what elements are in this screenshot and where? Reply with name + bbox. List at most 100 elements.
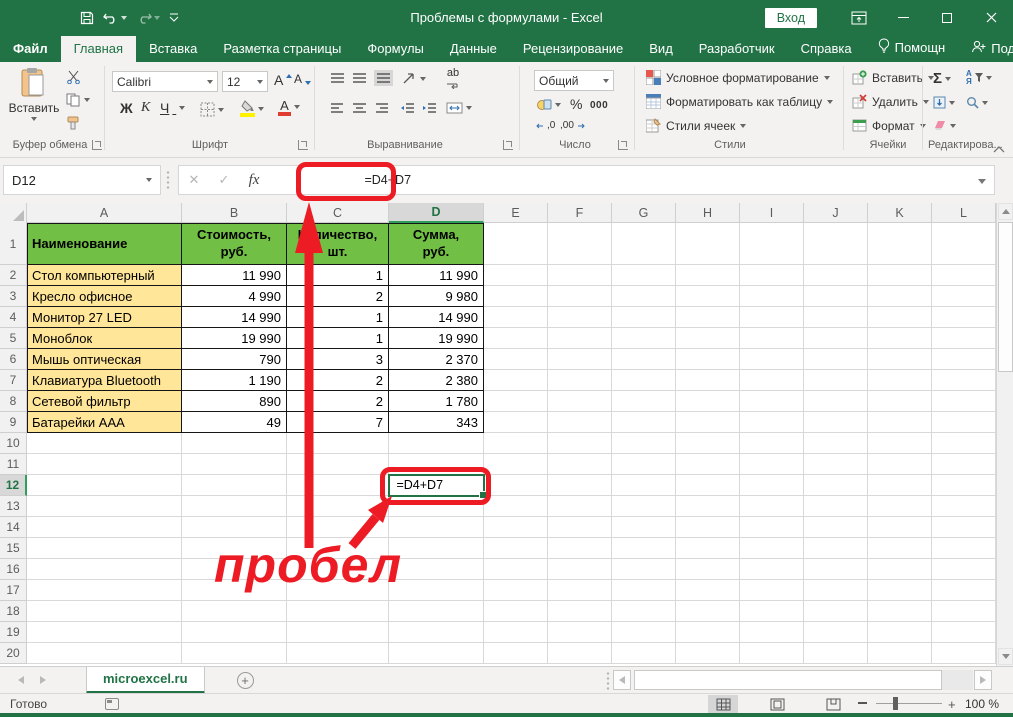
cell-F20[interactable]	[548, 643, 612, 664]
cell-E19[interactable]	[484, 622, 548, 643]
tab-Разработчик[interactable]: Разработчик	[686, 36, 788, 62]
cell-G2[interactable]	[612, 265, 676, 286]
cell-H5[interactable]	[676, 328, 740, 349]
cell-K12[interactable]	[868, 475, 932, 496]
cell-E12[interactable]	[484, 475, 548, 496]
cell-F17[interactable]	[548, 580, 612, 601]
cell-D14[interactable]	[389, 517, 484, 538]
cell-E13[interactable]	[484, 496, 548, 517]
align-center-icon[interactable]	[352, 102, 367, 114]
align-right-icon[interactable]	[374, 102, 389, 114]
cell-H11[interactable]	[676, 454, 740, 475]
cell-I11[interactable]	[740, 454, 804, 475]
row-header-5[interactable]: 5	[0, 328, 27, 349]
cell-F3[interactable]	[548, 286, 612, 307]
cell-L2[interactable]	[932, 265, 996, 286]
cell-G20[interactable]	[612, 643, 676, 664]
cell-C11[interactable]	[287, 454, 389, 475]
cell-C10[interactable]	[287, 433, 389, 454]
column-header-D[interactable]: D	[389, 203, 484, 223]
increase-decimal-icon[interactable]: ,0	[536, 120, 555, 131]
cell-A10[interactable]	[27, 433, 182, 454]
tab-scroll-splitter[interactable]	[606, 671, 610, 690]
tab-Справка[interactable]: Справка	[788, 36, 865, 62]
clear-icon[interactable]	[933, 120, 956, 131]
cell-C13[interactable]	[287, 496, 389, 517]
cell-K10[interactable]	[868, 433, 932, 454]
cell-F16[interactable]	[548, 559, 612, 580]
cell-F6[interactable]	[548, 349, 612, 370]
cell-C2[interactable]: 1	[287, 265, 389, 286]
wrap-text-icon[interactable]: ab	[446, 68, 460, 89]
bold-button[interactable]: Ж	[120, 100, 133, 116]
cell-G18[interactable]	[612, 601, 676, 622]
cell-H18[interactable]	[676, 601, 740, 622]
cell-C15[interactable]	[287, 538, 389, 559]
save-icon[interactable]	[80, 11, 94, 25]
cell-E11[interactable]	[484, 454, 548, 475]
cell-B20[interactable]	[182, 643, 287, 664]
cell-L9[interactable]	[932, 412, 996, 433]
find-select-icon[interactable]	[966, 96, 988, 109]
cell-H20[interactable]	[676, 643, 740, 664]
insert-function-icon[interactable]: fx	[239, 172, 269, 189]
cell-I12[interactable]	[740, 475, 804, 496]
cell-I19[interactable]	[740, 622, 804, 643]
cell-G11[interactable]	[612, 454, 676, 475]
cell-D3[interactable]: 9 980	[389, 286, 484, 307]
cell-C3[interactable]: 2	[287, 286, 389, 307]
align-middle-icon[interactable]	[352, 72, 367, 84]
minimize-button[interactable]	[881, 0, 925, 35]
cell-I5[interactable]	[740, 328, 804, 349]
decrease-indent-icon[interactable]	[400, 102, 415, 114]
paste-button[interactable]: Вставить	[8, 67, 60, 145]
cell-K1[interactable]	[868, 223, 932, 265]
cell-D4[interactable]: 14 990	[389, 307, 484, 328]
cell-H3[interactable]	[676, 286, 740, 307]
cell-H6[interactable]	[676, 349, 740, 370]
cell-F11[interactable]	[548, 454, 612, 475]
cell-G9[interactable]	[612, 412, 676, 433]
row-header-19[interactable]: 19	[0, 622, 27, 643]
cell-E17[interactable]	[484, 580, 548, 601]
cell-C20[interactable]	[287, 643, 389, 664]
cell-L7[interactable]	[932, 370, 996, 391]
row-header-17[interactable]: 17	[0, 580, 27, 601]
cell-J16[interactable]	[804, 559, 868, 580]
delete-cells-button[interactable]: Удалить	[852, 94, 929, 109]
cell-K19[interactable]	[868, 622, 932, 643]
cell-I3[interactable]	[740, 286, 804, 307]
cell-I14[interactable]	[740, 517, 804, 538]
fill-color-icon[interactable]	[240, 100, 264, 117]
cell-L6[interactable]	[932, 349, 996, 370]
cell-D13[interactable]	[389, 496, 484, 517]
cell-K17[interactable]	[868, 580, 932, 601]
cell-K18[interactable]	[868, 601, 932, 622]
cell-A16[interactable]	[27, 559, 182, 580]
cell-F10[interactable]	[548, 433, 612, 454]
tab-Файл[interactable]: Файл	[0, 36, 61, 62]
cell-F14[interactable]	[548, 517, 612, 538]
cell-G7[interactable]	[612, 370, 676, 391]
select-all-corner[interactable]	[0, 203, 27, 223]
clipboard-dialog-launcher-icon[interactable]	[92, 140, 102, 150]
cell-I9[interactable]	[740, 412, 804, 433]
cell-E8[interactable]	[484, 391, 548, 412]
cell-K9[interactable]	[868, 412, 932, 433]
horizontal-scroll-track[interactable]	[942, 670, 973, 690]
cell-F2[interactable]	[548, 265, 612, 286]
row-header-14[interactable]: 14	[0, 517, 27, 538]
decrease-font-icon[interactable]: A	[294, 72, 311, 86]
cell-F5[interactable]	[548, 328, 612, 349]
cell-L19[interactable]	[932, 622, 996, 643]
column-header-C[interactable]: C	[287, 203, 389, 223]
cell-E6[interactable]	[484, 349, 548, 370]
tab-Главная[interactable]: Главная	[61, 36, 136, 62]
row-header-3[interactable]: 3	[0, 286, 27, 307]
row-header-20[interactable]: 20	[0, 643, 27, 664]
tab-Вид[interactable]: Вид	[636, 36, 686, 62]
sheet-tab-microexcel[interactable]: microexcel.ru	[86, 667, 205, 694]
cell-E20[interactable]	[484, 643, 548, 664]
cell-H4[interactable]	[676, 307, 740, 328]
cell-J8[interactable]	[804, 391, 868, 412]
